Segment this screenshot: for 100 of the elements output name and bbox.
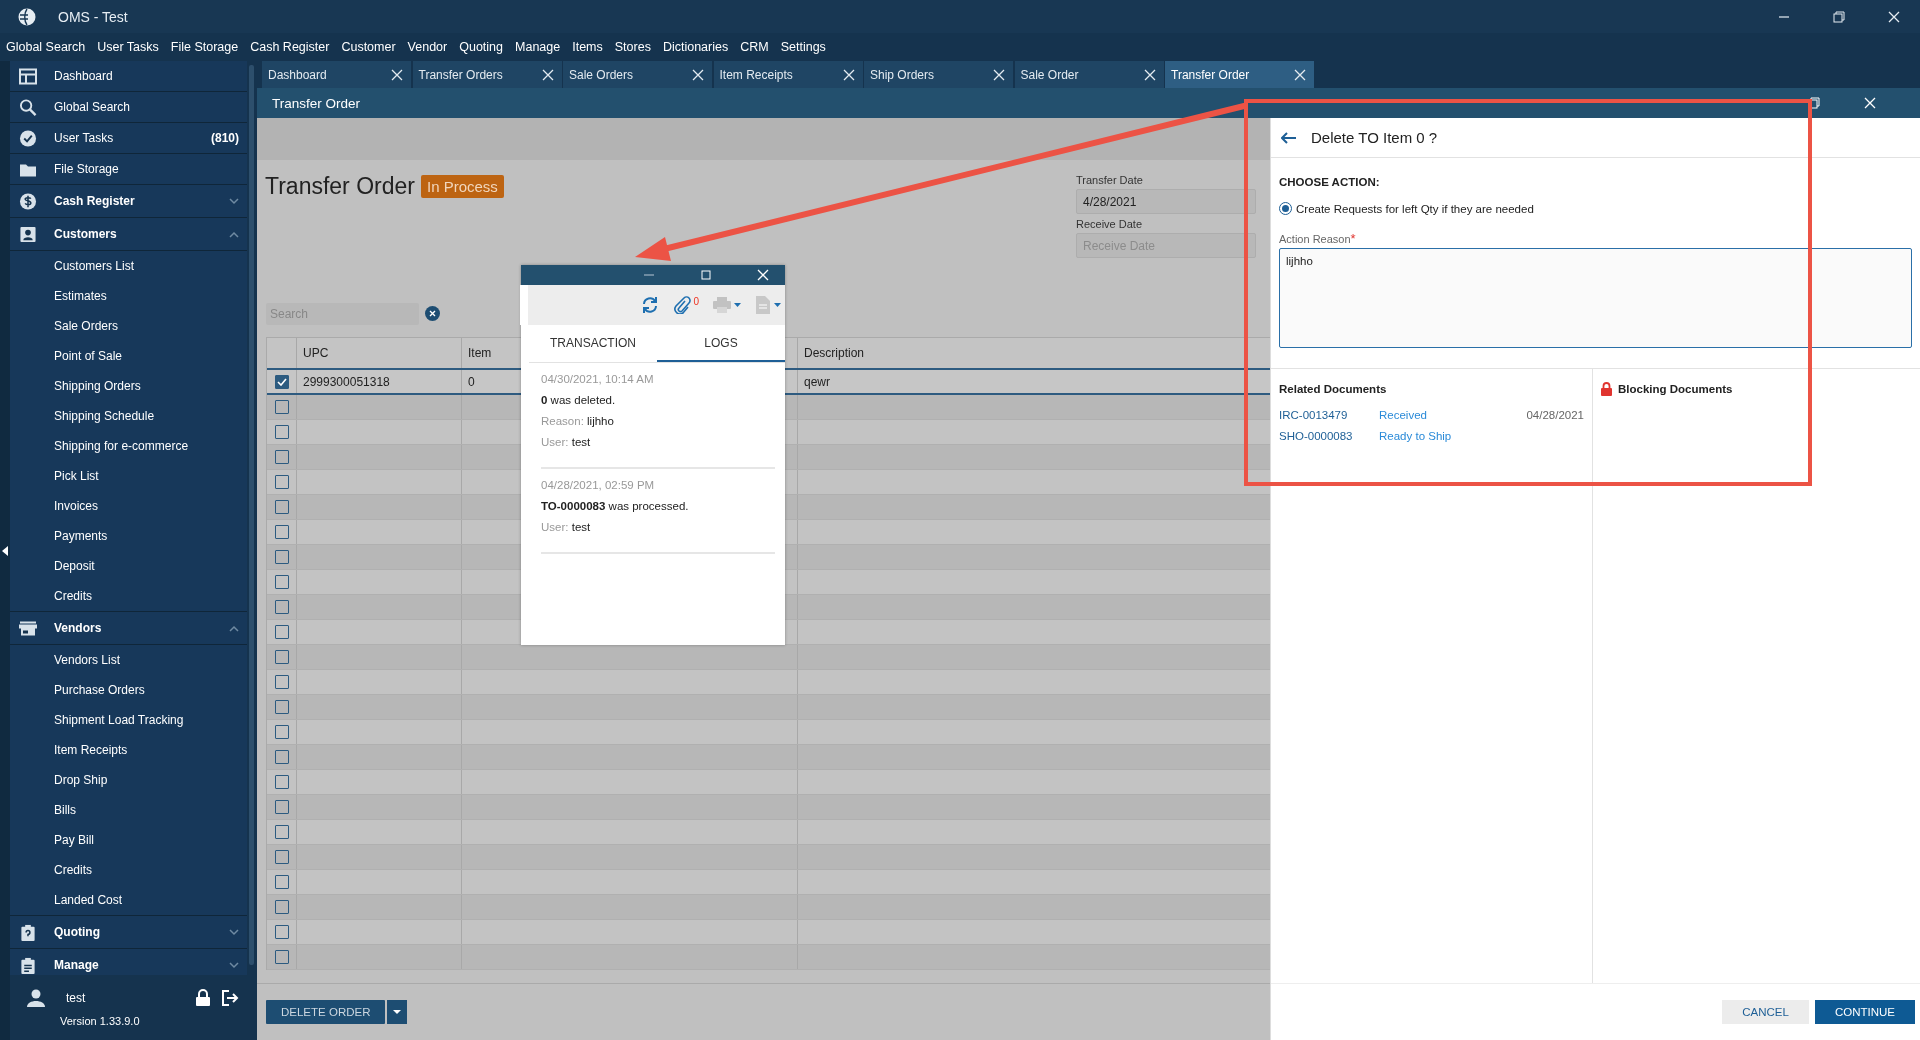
sidebar-subitem[interactable]: Pay Bill [10,825,247,855]
row-checkbox[interactable] [274,650,289,664]
sidebar-subitem[interactable]: Estimates [10,281,247,311]
sidebar-item[interactable]: Customers [10,218,247,251]
delete-order-button[interactable]: DELETE ORDER [266,1000,386,1024]
cancel-button[interactable]: CANCEL [1722,1000,1809,1024]
document-link[interactable]: IRC-0013479 [1279,409,1348,421]
menu-item[interactable]: Quoting [459,40,503,54]
sidebar-subitem[interactable]: Pick List [10,461,247,491]
sidebar-subitem[interactable]: Shipping Orders [10,371,247,401]
sidebar-subitem[interactable]: Bills [10,795,247,825]
row-checkbox[interactable] [274,950,289,964]
chevron-icon[interactable] [229,928,239,936]
tab-close-icon[interactable] [1143,68,1156,81]
sidebar-subitem[interactable]: Credits [10,581,247,611]
sidebar-subitem[interactable]: Credits [10,855,247,885]
row-checkbox[interactable] [274,925,289,939]
menu-item[interactable]: Stores [614,40,651,54]
sidebar-subitem[interactable]: Shipping for e-commerce [10,431,247,461]
sidebar-subitem[interactable]: Drop Ship [10,765,247,795]
row-checkbox[interactable] [274,775,289,789]
restore-icon[interactable] [1808,97,1820,109]
clear-icon[interactable] [425,306,440,321]
paperclip-icon[interactable] [673,296,692,314]
lock-icon[interactable] [196,989,210,1006]
restore-icon[interactable] [700,269,712,281]
tab[interactable]: Transfer Order [1165,61,1315,88]
row-checkbox[interactable] [274,500,289,514]
menu-item[interactable]: CRM [740,40,769,54]
sidebar-item[interactable]: User Tasks (810) [10,123,247,154]
chevron-icon[interactable] [229,961,239,969]
option-label[interactable]: Create Requests for left Qty if they are needed [1296,202,1534,215]
menu-item[interactable]: Cash Register [250,40,330,54]
close-icon[interactable] [1888,10,1900,23]
sidebar-item[interactable]: Manage [10,949,247,975]
row-checkbox[interactable] [274,675,289,689]
menu-item[interactable]: Global Search [6,40,86,54]
row-checkbox[interactable] [274,900,289,914]
sidebar-subitem[interactable]: Shipping Schedule [10,401,247,431]
chevron-icon[interactable] [229,197,239,205]
row-checkbox[interactable] [274,800,289,814]
row-checkbox[interactable] [274,525,289,539]
continue-button[interactable]: CONTINUE [1814,1000,1915,1024]
menu-item[interactable]: Customer [341,40,396,54]
chevron-icon[interactable] [229,624,239,632]
reason-field[interactable]: lijhho [1279,248,1912,348]
dropdown-button[interactable] [387,1000,408,1024]
row-checkbox[interactable] [274,600,289,614]
sidebar-subitem[interactable]: Point of Sale [10,341,247,371]
tab[interactable]: Sale Order [1014,61,1165,88]
menu-item[interactable]: File Storage [170,40,239,54]
row-checkbox[interactable] [274,550,289,564]
menu-item[interactable]: User Tasks [97,40,159,54]
menu-item[interactable]: Settings [780,40,826,54]
row-checkbox[interactable] [274,725,289,739]
sidebar-subitem[interactable]: Shipment Load Tracking [10,705,247,735]
sidebar-subitem[interactable]: Customers List [10,251,247,281]
row-checkbox[interactable] [274,625,289,639]
restore-icon[interactable] [1833,10,1845,23]
tab-close-icon[interactable] [391,68,403,81]
refresh-icon[interactable] [641,296,660,314]
sidebar-item[interactable]: Quoting [10,916,247,949]
sidebar-subitem[interactable]: Invoices [10,491,247,521]
menu-item[interactable]: Dictionaries [662,40,729,54]
row-checkbox[interactable] [274,825,289,839]
menu-item[interactable]: Items [572,40,603,54]
tab-close-icon[interactable] [692,68,704,81]
sidebar-item[interactable]: Cash Register [10,185,247,218]
tab[interactable]: Sale Orders [563,61,713,88]
tab-close-icon[interactable] [1294,68,1306,81]
menu-item[interactable]: Vendor [407,40,448,54]
row-checkbox[interactable] [274,374,289,389]
tab-close-icon[interactable] [541,68,554,81]
row-checkbox[interactable] [274,400,289,414]
menu-item[interactable]: Manage [515,40,561,54]
chevron-icon[interactable] [229,230,239,238]
back-arrow-icon[interactable] [1281,131,1297,144]
tab[interactable]: Ship Orders [864,61,1014,88]
sidebar-subitem[interactable]: Sale Orders [10,311,247,341]
row-checkbox[interactable] [274,575,289,589]
row-checkbox[interactable] [274,850,289,864]
sidebar-item[interactable]: Dashboard [10,61,247,92]
sidebar-subitem[interactable]: Purchase Orders [10,675,247,705]
sidebar-subitem[interactable]: Payments [10,521,247,551]
row-checkbox[interactable] [274,750,289,764]
status-link[interactable]: Received [1379,409,1427,421]
row-checkbox[interactable] [274,875,289,889]
document-icon[interactable] [755,296,781,314]
collapse-icon[interactable] [2,545,8,556]
printer-icon[interactable] [713,296,741,314]
tab[interactable]: LOGS [657,325,785,362]
tab[interactable]: Transfer Orders [412,61,563,88]
caret-icon[interactable] [393,1010,402,1014]
sidebar-subitem[interactable]: Deposit [10,551,247,581]
row-checkbox[interactable] [274,475,289,489]
document-link[interactable]: SHO-0000083 [1279,430,1353,442]
tab-close-icon[interactable] [993,68,1005,81]
sidebar-subitem[interactable]: Landed Cost [10,885,247,915]
date-field[interactable]: 4/28/2021 [1076,189,1256,214]
sidebar-item[interactable]: Vendors [10,612,247,645]
